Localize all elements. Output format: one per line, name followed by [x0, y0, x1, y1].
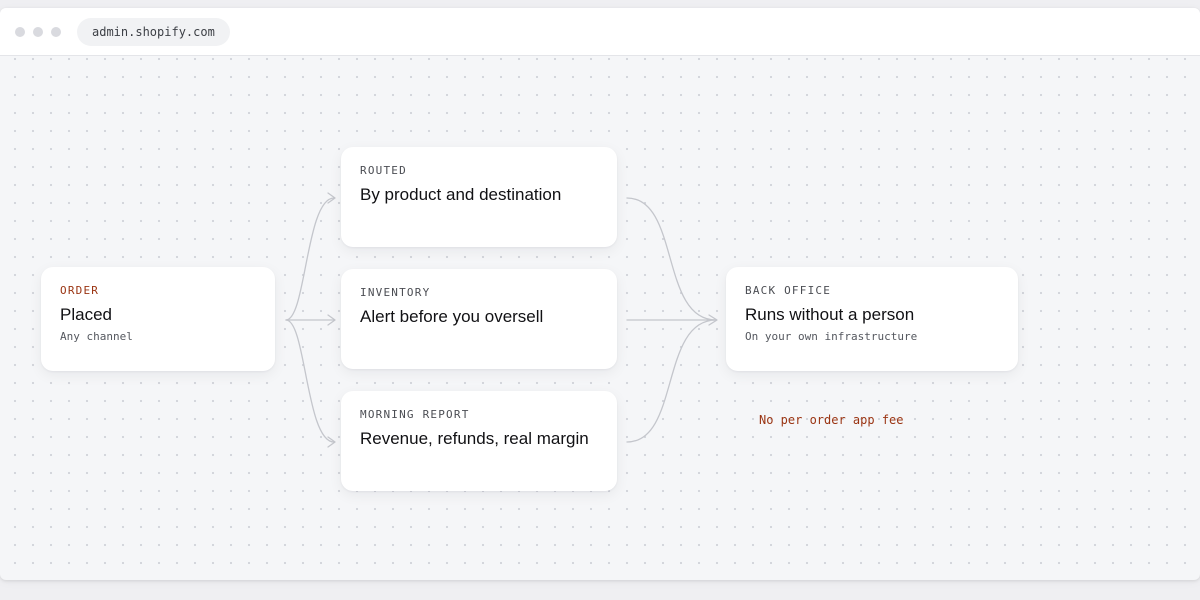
connector-order-to-morning-report — [285, 319, 335, 443]
back-office-card: BACK OFFICE Runs without a person On you… — [726, 267, 1018, 371]
inventory-title: Alert before you oversell — [360, 307, 544, 326]
connector-routed-to-back-office — [626, 197, 717, 321]
routed-eyebrow: ROUTED — [360, 164, 407, 177]
morning-report-eyebrow: MORNING REPORT — [360, 408, 470, 421]
inventory-card: INVENTORY Alert before you oversell — [341, 269, 617, 369]
back-office-subtitle: On your own infrastructure — [745, 330, 918, 343]
order-card: ORDER Placed Any channel — [41, 267, 275, 371]
order-eyebrow: ORDER — [60, 284, 100, 297]
order-title: Placed — [60, 305, 112, 324]
morning-report-title: Revenue, refunds, real margin — [360, 429, 589, 448]
browser-window: admin.shopify.com ORDER Placed Any chann… — [0, 8, 1200, 580]
order-subtitle: Any channel — [60, 330, 133, 343]
morning-report-card: MORNING REPORT Revenue, refunds, real ma… — [341, 391, 617, 491]
connector-morning-report-to-back-office — [626, 319, 717, 443]
routed-title: By product and destination — [360, 185, 562, 204]
connector-order-to-routed — [285, 197, 335, 321]
fee-note: No per order app fee — [759, 413, 904, 427]
back-office-eyebrow: BACK OFFICE — [745, 284, 832, 297]
back-office-title: Runs without a person — [745, 305, 915, 324]
routed-card: ROUTED By product and destination — [341, 147, 617, 247]
inventory-eyebrow: INVENTORY — [360, 286, 431, 299]
